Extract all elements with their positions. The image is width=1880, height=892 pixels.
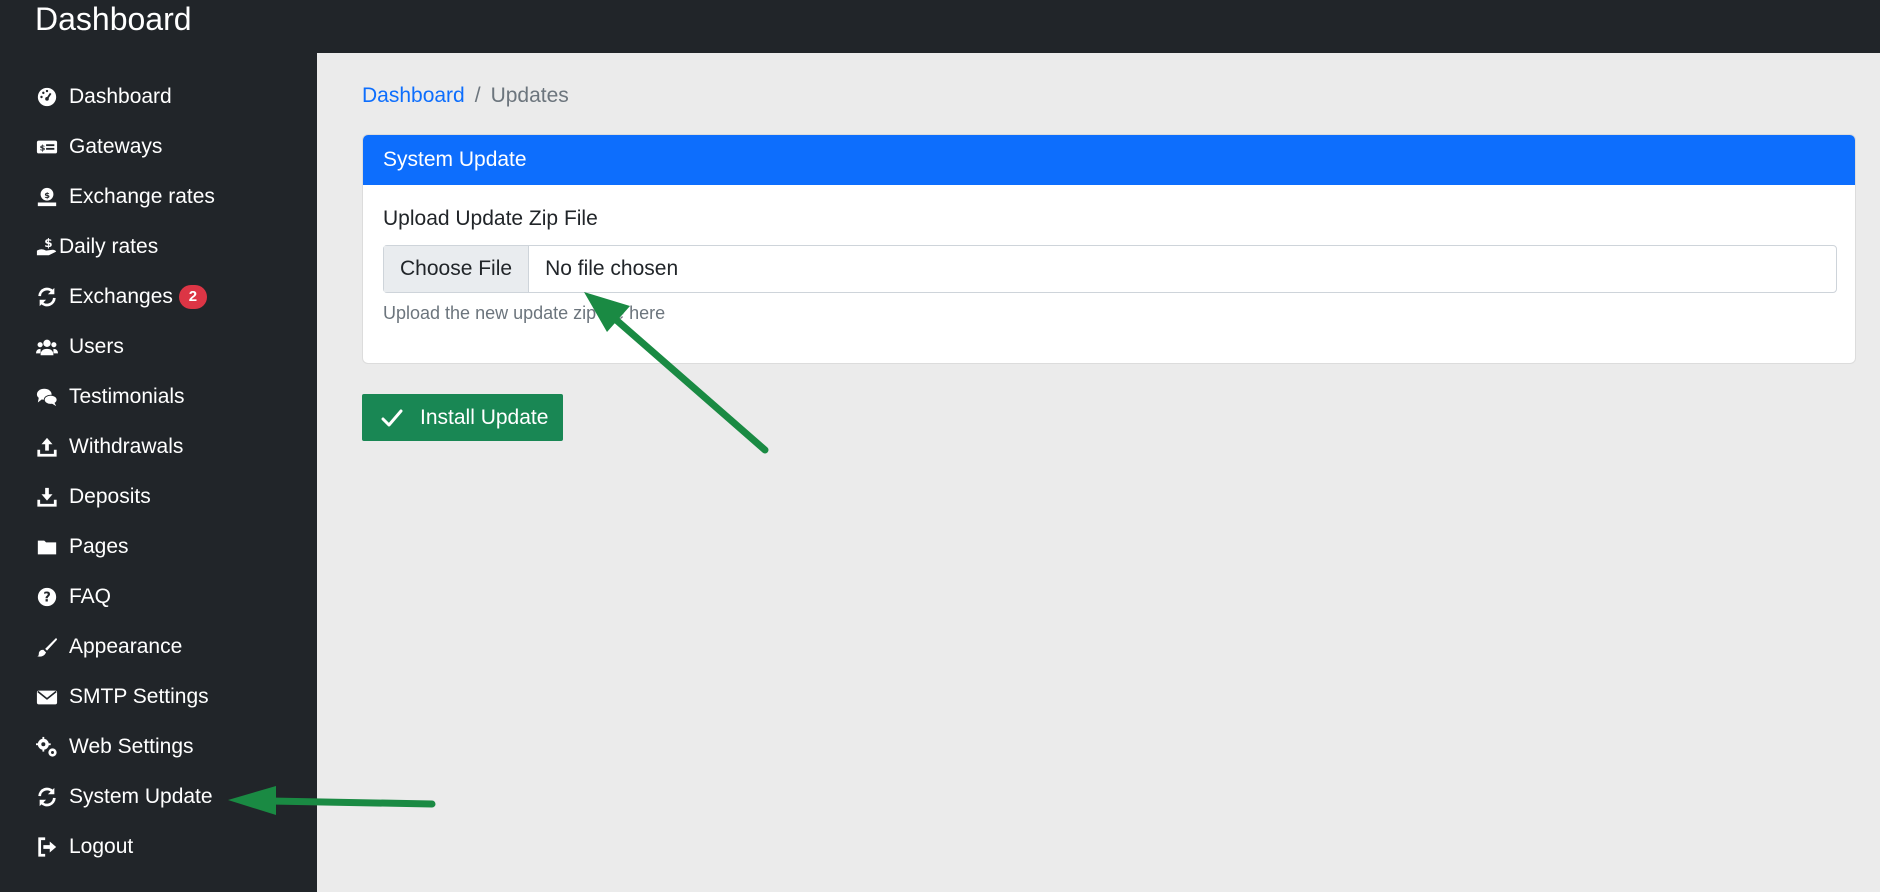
check-icon [380, 406, 404, 430]
sidebar-item-testimonials[interactable]: Testimonials [35, 377, 185, 417]
sidebar-item-system-update[interactable]: System Update [35, 777, 213, 817]
notification-badge: 2 [178, 285, 207, 309]
sidebar-item-label: SMTP Settings [69, 685, 209, 708]
breadcrumb-current: Updates [490, 84, 569, 107]
install-update-label: Install Update [420, 405, 549, 429]
sign-out-icon [35, 835, 59, 859]
upload-field-label: Upload Update Zip File [383, 207, 598, 230]
breadcrumb: Dashboard / Updates [362, 84, 569, 108]
sidebar-item-dashboard[interactable]: Dashboard [35, 77, 172, 117]
breadcrumb-separator: / [474, 84, 481, 107]
sidebar-item-label: System Update [69, 785, 213, 808]
sidebar-item-label: Exchanges [69, 285, 173, 308]
file-name-display: No file chosen [545, 257, 679, 280]
sidebar-item-exchange-rates[interactable]: $ Exchange rates [35, 177, 215, 217]
hand-coin-icon: $ [35, 185, 59, 209]
svg-text:?: ? [43, 591, 50, 606]
sidebar-item-gateways[interactable]: $ Gateways [35, 127, 162, 167]
sidebar-item-exchanges[interactable]: Exchanges 2 [35, 277, 207, 317]
install-update-button[interactable]: Install Update [362, 394, 563, 441]
envelope-icon [35, 685, 59, 709]
question-icon: ? [35, 585, 59, 609]
svg-text:$: $ [44, 190, 50, 200]
sidebar-item-label: Gateways [69, 135, 163, 158]
sidebar-item-label: Withdrawals [69, 435, 184, 458]
sidebar-item-label: FAQ [69, 585, 112, 608]
sidebar-item-label: Daily rates [59, 235, 159, 258]
svg-text:$: $ [44, 236, 52, 250]
users-icon [35, 335, 59, 359]
sidebar-item-label: Exchange rates [69, 185, 215, 208]
sidebar-item-withdrawals[interactable]: Withdrawals [35, 427, 183, 467]
sidebar-item-label: Logout [69, 835, 134, 858]
upload-help-text: Upload the new update zip file here [383, 303, 666, 323]
sidebar: Dashboard $ Gateways $ Exchange rates $ … [0, 53, 317, 892]
sidebar-item-label: Dashboard [69, 85, 172, 108]
money-card-icon: $ [35, 135, 59, 159]
sidebar-item-label: Web Settings [69, 735, 194, 758]
gears-icon [35, 735, 59, 759]
breadcrumb-home-link[interactable]: Dashboard [362, 84, 465, 107]
sidebar-item-label: Testimonials [69, 385, 185, 408]
upload-icon [35, 435, 59, 459]
paint-brush-icon [35, 635, 59, 659]
sidebar-item-label: Appearance [69, 635, 183, 658]
sidebar-item-appearance[interactable]: Appearance [35, 627, 182, 667]
sidebar-item-label: Deposits [69, 485, 151, 508]
download-icon [35, 485, 59, 509]
comments-icon [35, 385, 59, 409]
app-title: Dashboard [35, 1, 192, 37]
folder-icon [35, 535, 59, 559]
sync-icon [35, 785, 59, 809]
sidebar-item-pages[interactable]: Pages [35, 527, 129, 567]
sidebar-item-deposits[interactable]: Deposits [35, 477, 151, 517]
tachometer-icon [35, 85, 59, 109]
sidebar-item-faq[interactable]: ? FAQ [35, 577, 111, 617]
sidebar-item-logout[interactable]: Logout [35, 827, 133, 867]
sync-icon [35, 285, 59, 309]
card-header: System Update [363, 135, 1855, 185]
sidebar-item-label: Users [69, 335, 124, 358]
hand-dollar-icon: $ [35, 235, 59, 259]
sidebar-item-smtp-settings[interactable]: SMTP Settings [35, 677, 209, 717]
sidebar-item-daily-rates[interactable]: $ Daily rates [35, 227, 158, 267]
sidebar-item-label: Pages [69, 535, 129, 558]
top-bar: Dashboard [0, 0, 1880, 53]
svg-text:$: $ [40, 143, 46, 153]
choose-file-button[interactable]: Choose File [384, 246, 530, 292]
system-update-card: System Update Upload Update Zip File Cho… [362, 134, 1856, 364]
file-upload-input[interactable]: Choose File No file chosen [383, 245, 1837, 293]
sidebar-item-users[interactable]: Users [35, 327, 124, 367]
sidebar-item-web-settings[interactable]: Web Settings [35, 727, 194, 767]
